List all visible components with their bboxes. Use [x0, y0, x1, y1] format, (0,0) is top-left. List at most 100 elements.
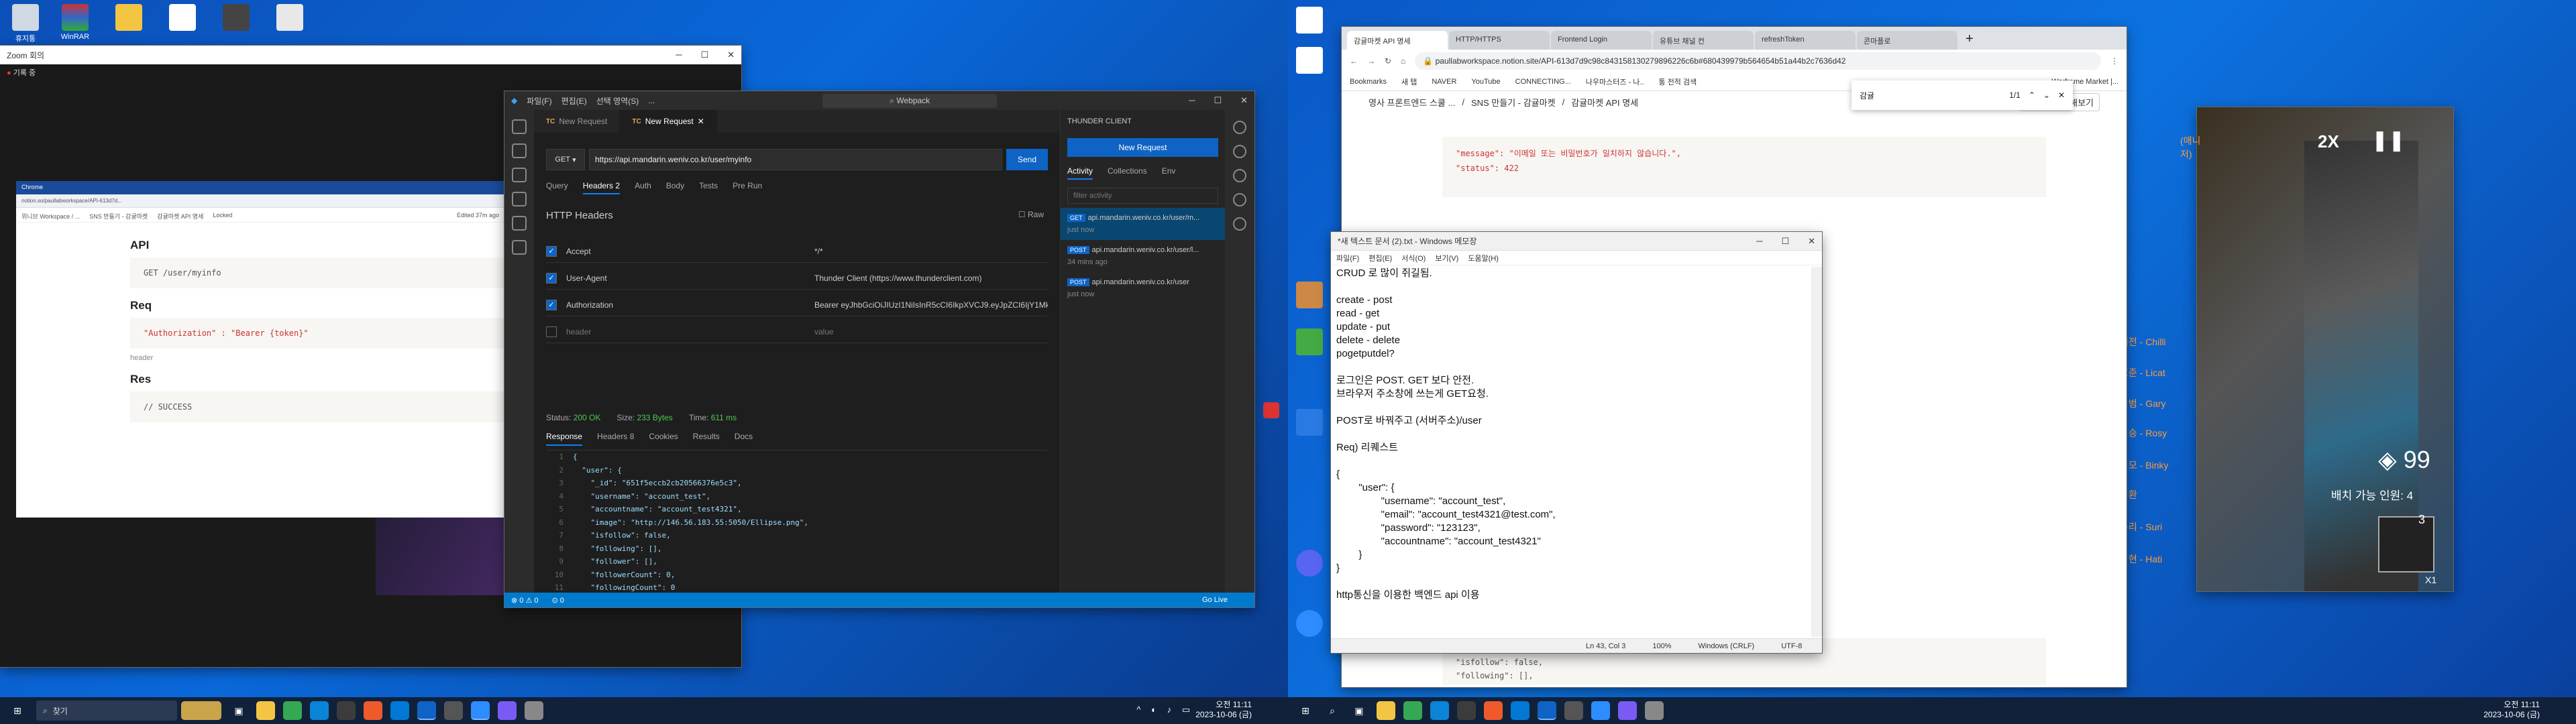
task-view-icon[interactable]: ▣ — [229, 701, 248, 720]
bookmark[interactable]: 새 탭 — [1401, 76, 1417, 87]
zoom-taskbar-icon[interactable] — [1591, 701, 1610, 720]
activity-item[interactable]: POST api.mandarin.weniv.co.kr/user just no… — [1061, 272, 1225, 304]
tab-new-request-active[interactable]: TC New Request ✕ — [620, 110, 717, 133]
tab-pre-run[interactable]: Pre Run — [733, 181, 762, 194]
url-input[interactable]: https://api.mandarin.weniv.co.kr/user/my… — [589, 149, 1002, 170]
browser-tab[interactable]: Frontend Login — [1551, 31, 1652, 50]
menu-view[interactable]: 보기(V) — [1435, 253, 1458, 263]
bookmark[interactable]: 나우마스터즈 - 나.. — [1586, 76, 1644, 87]
close-icon[interactable]: ✕ — [2058, 90, 2065, 100]
bookmark[interactable]: CONNECTING... — [1515, 78, 1571, 86]
browser-tab[interactable]: 콘마플로 — [1857, 31, 1957, 50]
new-tab-icon[interactable]: + — [1959, 32, 1980, 50]
vscode-titlebar[interactable]: ◆ 파일(F) 편집(E) 선택 영역(S) ... ⌕ Webpack ─ ☐ ✕ — [504, 91, 1254, 110]
crumb[interactable]: 영사 프론트엔드 스쿨 ... — [1368, 96, 1455, 109]
close-icon[interactable]: ✕ — [727, 50, 735, 60]
tab-headers[interactable]: Headers 2 — [582, 181, 621, 194]
vscode-taskbar-icon[interactable] — [417, 701, 436, 720]
search-icon[interactable] — [512, 143, 527, 158]
filter-activity-input[interactable]: filter activity — [1067, 188, 1218, 204]
recycle-bin-icon[interactable]: 휴지통 — [4, 4, 47, 44]
settings-icon[interactable] — [1645, 701, 1664, 720]
winrar-icon[interactable]: WinRAR — [54, 4, 97, 41]
pause-icon[interactable]: ❚❚ — [2371, 129, 2405, 152]
header-key-placeholder[interactable]: header — [566, 327, 814, 337]
browser-tab[interactable]: 유튜브 채널 컨 — [1653, 31, 1754, 50]
forward-icon[interactable]: → — [1367, 56, 1375, 66]
raw-toggle[interactable]: ☐ Raw — [1018, 210, 1044, 219]
notepad-text-area[interactable]: CRUD 로 많이 쥐길됨. create - post read - get … — [1336, 267, 1810, 637]
file-icon[interactable] — [161, 4, 204, 33]
app-icon[interactable] — [268, 4, 311, 33]
extensions-icon[interactable] — [512, 216, 527, 231]
bookmark[interactable]: NAVER — [1432, 78, 1456, 86]
zoom-taskbar-icon[interactable] — [471, 701, 490, 720]
crumb[interactable]: SNS 만들기 - 감귤마켓 — [1471, 96, 1556, 109]
chrome-icon[interactable] — [283, 701, 302, 720]
source-control-icon[interactable] — [512, 168, 527, 182]
back-icon[interactable]: ← — [1350, 56, 1358, 66]
operator-card[interactable] — [2378, 516, 2434, 572]
weather-widget-icon[interactable] — [181, 701, 221, 720]
app-icon[interactable] — [1261, 402, 1281, 420]
header-key[interactable]: User-Agent — [566, 274, 814, 283]
maximize-icon[interactable]: ☐ — [700, 50, 708, 60]
problems-count[interactable]: ⊗ 0 ⚠ 0 — [511, 596, 538, 605]
thunder-client-icon[interactable] — [512, 240, 527, 255]
minimize-icon[interactable]: ─ — [1189, 95, 1195, 106]
app-icon[interactable] — [498, 701, 517, 720]
header-checkbox[interactable]: ✓ — [546, 245, 557, 257]
browser-tab[interactable]: 감귤마켓 API 명세 — [1347, 31, 1448, 50]
speed-toggle[interactable]: 2X — [2318, 131, 2339, 152]
zoom-titlebar[interactable]: Zoom 회의 ─ ☐ ✕ — [0, 46, 741, 64]
tab-activity[interactable]: Activity — [1067, 166, 1093, 180]
system-tray[interactable]: ^ ◐ ♪ ▭ — [1136, 705, 1194, 715]
app-icon[interactable] — [1511, 701, 1529, 720]
run-icon[interactable] — [512, 192, 527, 206]
tab-collections[interactable]: Collections — [1108, 166, 1147, 180]
tab-results[interactable]: Results — [693, 432, 720, 446]
menu-help[interactable]: 도움말(H) — [1468, 253, 1499, 263]
activity-item[interactable]: GET api.mandarin.weniv.co.kr/user/m... jus… — [1061, 208, 1225, 240]
desktop-file-icon[interactable] — [1288, 47, 1331, 76]
menu-file[interactable]: 파일(F) — [527, 95, 551, 107]
tab-resp-headers[interactable]: Headers 8 — [597, 432, 634, 446]
menu-selection[interactable]: 선택 영역(S) — [596, 95, 639, 107]
tab-new-request[interactable]: TC New Request — [534, 110, 621, 133]
header-value[interactable]: */* — [814, 247, 1048, 256]
brave-icon[interactable] — [1484, 701, 1503, 720]
menu-more[interactable]: ... — [648, 96, 655, 105]
app-icon[interactable] — [390, 701, 409, 720]
header-value-placeholder[interactable]: value — [814, 327, 1048, 337]
tab-body[interactable]: Body — [666, 181, 684, 194]
tab-query[interactable]: Query — [546, 181, 568, 194]
file-explorer-icon[interactable] — [256, 701, 275, 720]
search-icon[interactable]: ⌕ — [1323, 701, 1342, 720]
app-icon[interactable] — [444, 701, 463, 720]
browser-tab[interactable]: refreshToken — [1755, 31, 1856, 50]
vscode-window[interactable]: ◆ 파일(F) 편집(E) 선택 영역(S) ... ⌕ Webpack ─ ☐ ✕… — [504, 91, 1254, 607]
app-icon[interactable] — [337, 701, 356, 720]
new-request-button[interactable]: New Request — [1067, 138, 1218, 157]
header-checkbox[interactable]: ✓ — [546, 272, 557, 284]
header-value[interactable]: Bearer eyJhbGciOiJIUzI1NiIsInR5cCI6IkpXV… — [814, 300, 1048, 310]
taskbar-search[interactable]: ⌕ 찾기 — [36, 701, 177, 721]
discord-icon[interactable] — [1288, 550, 1331, 579]
task-view-icon[interactable]: ▣ — [1350, 701, 1368, 720]
menu-icon[interactable]: ⋮ — [2110, 56, 2118, 66]
settings-icon[interactable] — [525, 701, 543, 720]
scrollbar[interactable] — [1811, 267, 1822, 637]
desktop-app-icon[interactable] — [1288, 282, 1331, 310]
go-live-button[interactable]: Go Live — [1202, 596, 1228, 604]
header-key[interactable]: Authorization — [566, 300, 814, 310]
chevron-up-icon[interactable]: ⌃ — [2029, 90, 2035, 100]
bookmark[interactable]: YouTube — [1471, 78, 1500, 86]
notepad-window[interactable]: *새 텍스트 문서 (2).txt - Windows 메모장 ─ ☐ ✕ 파일(F… — [1331, 232, 1822, 653]
crumb[interactable]: 감귤마켓 API 명세 — [1571, 96, 1638, 109]
desktop-file-icon[interactable] — [1288, 7, 1331, 36]
windows-start-icon[interactable]: ⊞ — [1296, 701, 1315, 720]
activity-item[interactable]: POST api.mandarin.weniv.co.kr/user/l... 34… — [1061, 240, 1225, 272]
header-checkbox[interactable] — [546, 326, 557, 337]
app-icon[interactable] — [215, 4, 258, 33]
method-select[interactable]: GET ▾ — [546, 149, 585, 170]
